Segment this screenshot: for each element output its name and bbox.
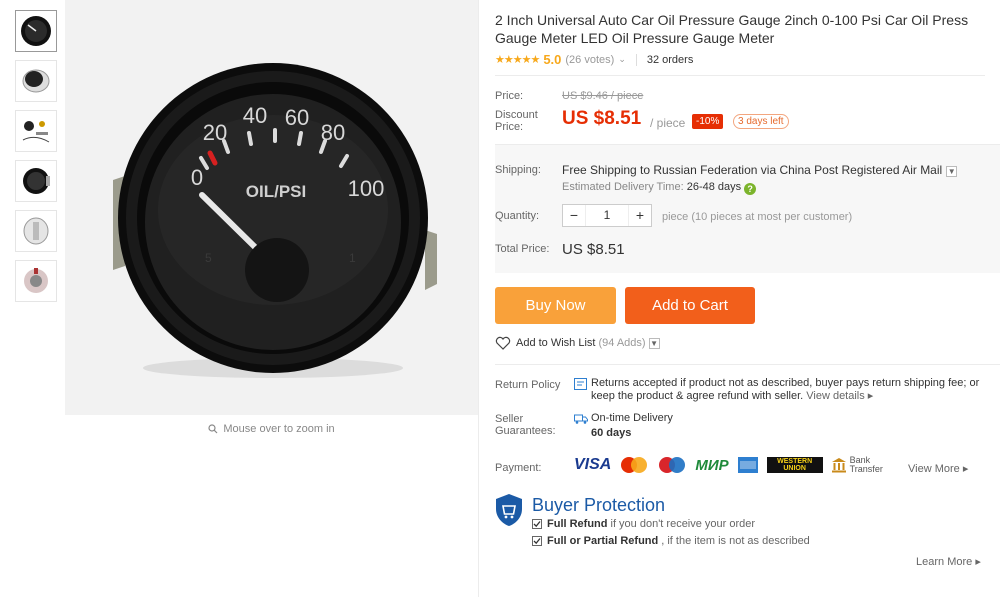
decrease-quantity-button[interactable]: − [563, 205, 585, 226]
partial-refund-text: , if the item is not as described [661, 535, 810, 547]
shipping-label: Shipping: [495, 164, 541, 176]
view-more-label: View More [908, 463, 960, 475]
mastercard-icon [621, 457, 648, 473]
eta-value: 26-48 days [686, 181, 742, 193]
divider [495, 364, 1000, 365]
heart-icon [495, 336, 511, 350]
full-refund-text: if you don't receive your order [610, 518, 756, 530]
full-refund-label: Full Refund [547, 518, 608, 530]
wish-list-label: Add to Wish List [516, 337, 596, 349]
western-union-logo: WESTERN UNION [766, 457, 823, 473]
thumbnail-gauge-front[interactable] [15, 10, 57, 52]
rating-row: ★★★★★ 5.0 (26 votes) ⌄ 32 orders [495, 52, 693, 67]
maestro-icon [659, 457, 686, 473]
product-title: 2 Inch Universal Auto Car Oil Pressure G… [495, 12, 969, 46]
full-refund-row: Full Refund if you don't receive your or… [532, 518, 755, 530]
checkbox-checked-icon [532, 536, 542, 546]
return-policy-label: Return Policy [495, 379, 561, 391]
days-left-badge: 3 days left [733, 114, 789, 129]
gauge-number: 40 [243, 103, 267, 128]
bank-transfer-line2: Transfer [849, 464, 883, 474]
gauge-number: 0 [191, 165, 203, 190]
chevron-down-icon[interactable]: ⌄ [618, 54, 626, 65]
payment-label: Payment: [495, 462, 542, 474]
wish-list-count: (94 Adds) [598, 337, 646, 349]
quantity-stepper: − 1 + [562, 204, 652, 227]
thumbnail-list [15, 10, 57, 310]
partial-refund-row: Full or Partial Refund , if the item is … [532, 535, 810, 547]
quantity-label: Quantity: [495, 210, 540, 222]
discount-percent-badge: -10% [692, 114, 724, 129]
eta-label: Estimated Delivery Time: [562, 181, 684, 193]
visa-logo: VISA [574, 456, 612, 473]
shield-icon [496, 494, 522, 526]
thumbnail-gauge-back[interactable] [15, 210, 57, 252]
thumbnail-gauge-sensor[interactable] [15, 260, 57, 302]
star-rating-icon: ★★★★★ [495, 54, 540, 66]
mir-logo: МИР [695, 456, 729, 474]
on-time-delivery: On-time Delivery [591, 412, 673, 424]
divider [635, 53, 637, 66]
gauge-number: 80 [321, 120, 345, 145]
shipping-method-text: Free Shipping to Russian Federation via … [562, 163, 943, 177]
buy-now-button[interactable]: Buy Now [495, 287, 616, 324]
chevron-down-icon[interactable]: ▼ [946, 166, 958, 177]
gauge-number: 20 [203, 120, 227, 145]
gauge-label: OIL/PSI [246, 182, 306, 201]
view-details-link[interactable]: View details ▸ [806, 390, 873, 402]
payment-view-more-link[interactable]: View More ▸ [908, 462, 968, 475]
total-price-value: US $8.51 [562, 241, 625, 258]
svg-text:1: 1 [349, 251, 356, 265]
increase-quantity-button[interactable]: + [629, 205, 651, 226]
zoom-hint-text: Mouse over to zoom in [223, 423, 335, 435]
estimated-delivery: Estimated Delivery Time: 26-48 days? [562, 181, 757, 195]
learn-more-link[interactable]: Learn More ▸ [916, 555, 981, 568]
checkbox-checked-icon [532, 519, 542, 529]
thumbnail-gauge-side[interactable] [15, 60, 57, 102]
bank-transfer-logo: Bank Transfer [831, 456, 883, 474]
orders-count: 32 orders [646, 53, 694, 66]
return-policy-text: Returns accepted if product not as descr… [591, 377, 991, 403]
western-union-line1: WESTERN [777, 458, 813, 465]
western-union-line2: UNION [783, 465, 806, 472]
amex-icon [737, 457, 758, 473]
oil-pressure-gauge-image: 0 20 40 60 80 100 OIL/PSI 5 1 [113, 63, 437, 378]
view-details-label: View details [806, 390, 865, 402]
rating-value: 5.0 [543, 52, 562, 67]
original-price: US $9.46 / piece [562, 90, 644, 102]
thumbnail-gauge-kit[interactable] [15, 110, 57, 152]
discount-price: US $8.51 [562, 108, 642, 129]
discount-price-label: Discount Price: [495, 109, 538, 133]
total-price-label: Total Price: [495, 243, 550, 255]
gauge-number: 100 [348, 176, 385, 201]
per-piece-unit: / piece [650, 116, 686, 130]
seller-guarantees-label: Seller Guarantees: [495, 413, 556, 437]
quantity-input[interactable]: 1 [585, 205, 629, 226]
chevron-down-icon[interactable]: ▼ [648, 337, 660, 349]
quantity-note: piece (10 pieces at most per customer) [662, 211, 853, 223]
column-divider [478, 0, 479, 597]
price-label: Price: [495, 90, 524, 102]
thumbnail-gauge-mounted[interactable] [15, 160, 57, 202]
svg-text:5: 5 [205, 251, 212, 265]
payment-methods: VISA МИР WESTERN UNION Bank Transfer [574, 456, 883, 474]
magnifier-icon [208, 424, 218, 434]
delivery-truck-icon [574, 414, 588, 424]
shipping-method[interactable]: Free Shipping to Russian Federation via … [562, 163, 958, 177]
partial-refund-label: Full or Partial Refund [547, 535, 659, 547]
zoom-hint: Mouse over to zoom in [65, 423, 478, 435]
gauge-number: 60 [285, 105, 309, 130]
return-policy-description: Returns accepted if product not as descr… [591, 377, 980, 402]
buyer-protection-title: Buyer Protection [532, 495, 666, 515]
help-icon[interactable]: ? [744, 183, 757, 195]
main-product-image[interactable]: 0 20 40 60 80 100 OIL/PSI 5 1 [65, 0, 478, 415]
delivery-days: 60 days [591, 427, 632, 439]
votes-link[interactable]: (26 votes) [565, 54, 614, 66]
divider [495, 75, 985, 76]
return-box-icon [574, 378, 587, 390]
add-to-wish-list[interactable]: Add to Wish List (94 Adds) ▼ [495, 336, 660, 350]
add-to-cart-button[interactable]: Add to Cart [625, 287, 755, 324]
bank-icon [831, 458, 846, 473]
learn-more-label: Learn More [916, 556, 973, 568]
